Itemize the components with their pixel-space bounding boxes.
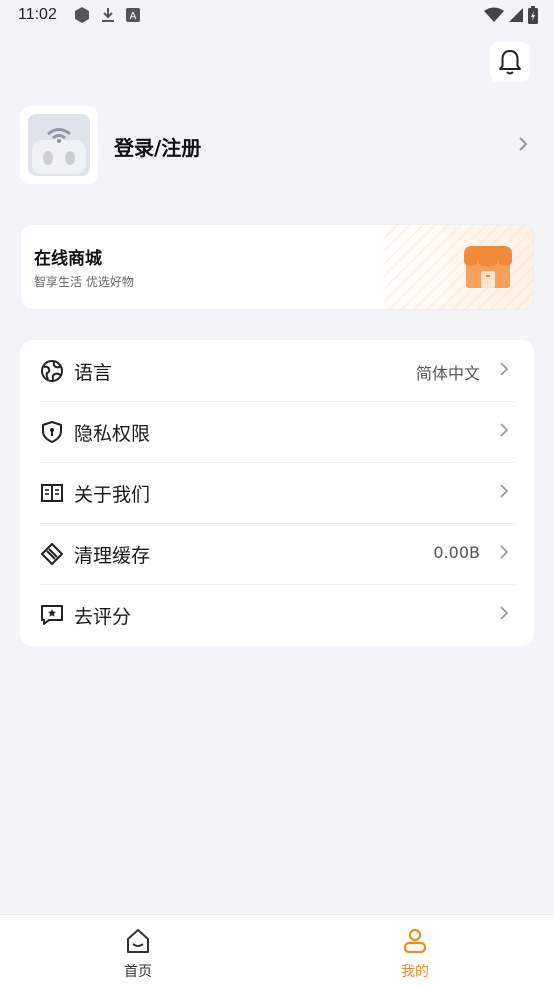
rating-icon bbox=[41, 605, 63, 625]
status-right-icons bbox=[484, 6, 538, 24]
a-box-icon: A bbox=[126, 8, 140, 22]
chevron-right-icon bbox=[500, 606, 508, 620]
book-icon bbox=[41, 484, 63, 502]
menu-item-label: 隐私权限 bbox=[74, 423, 151, 445]
cache-size-value: 0.00B bbox=[433, 543, 480, 562]
notification-button[interactable] bbox=[490, 42, 530, 82]
menu-item-label: 去评分 bbox=[74, 606, 132, 628]
wifi-icon bbox=[484, 7, 504, 22]
battery-charging-icon bbox=[528, 6, 538, 24]
menu-item-clear-cache[interactable]: 清理缓存 0.00B bbox=[20, 523, 534, 584]
status-time: 11:02 bbox=[18, 6, 57, 23]
globe-icon bbox=[41, 360, 63, 382]
chevron-right-icon bbox=[500, 423, 508, 437]
broom-icon bbox=[41, 543, 63, 565]
login-register-link[interactable]: 登录/注册 bbox=[114, 132, 201, 161]
robot-avatar-icon bbox=[28, 114, 90, 176]
menu-item-language[interactable]: 语言 简体中文 bbox=[20, 340, 534, 401]
online-mall-card[interactable]: 在线商城 智享生活 优选好物 bbox=[20, 224, 534, 310]
download-icon bbox=[102, 8, 114, 22]
shield-icon bbox=[42, 421, 62, 443]
menu-item-label: 关于我们 bbox=[74, 484, 151, 506]
home-icon bbox=[127, 929, 149, 953]
avatar[interactable] bbox=[20, 106, 98, 184]
chevron-right-icon bbox=[519, 137, 528, 151]
chevron-right-icon bbox=[500, 362, 508, 376]
mall-title: 在线商城 bbox=[34, 249, 102, 269]
profile-row[interactable]: 登录/注册 bbox=[20, 106, 534, 184]
menu-item-about[interactable]: 关于我们 bbox=[20, 462, 534, 523]
language-value: 简体中文 bbox=[415, 364, 480, 383]
menu-item-rate[interactable]: 去评分 bbox=[20, 584, 534, 645]
mall-subtitle: 智享生活 优选好物 bbox=[34, 275, 134, 289]
chevron-right-icon bbox=[500, 484, 508, 498]
user-icon bbox=[403, 928, 427, 954]
signal-icon bbox=[509, 8, 523, 22]
tab-mine[interactable]: 我的 bbox=[355, 915, 475, 985]
chevron-right-icon bbox=[500, 545, 508, 559]
tab-home[interactable]: 首页 bbox=[78, 915, 198, 985]
svg-text:A: A bbox=[130, 11, 137, 22]
settings-hex-icon bbox=[75, 7, 89, 23]
bottom-tab-bar: 首页 我的 bbox=[0, 914, 554, 985]
status-left-icons: A bbox=[74, 6, 140, 24]
tab-label: 首页 bbox=[124, 964, 152, 980]
settings-menu: 语言 简体中文 隐私权限 关于我们 清理缓存 0.00B 去评分 bbox=[20, 340, 534, 646]
status-bar: 11:02 A bbox=[0, 0, 554, 32]
tab-label: 我的 bbox=[401, 964, 429, 980]
menu-item-label: 清理缓存 bbox=[74, 545, 151, 567]
shop-icon bbox=[464, 246, 512, 288]
menu-item-label: 语言 bbox=[74, 362, 113, 384]
menu-item-privacy[interactable]: 隐私权限 bbox=[20, 401, 534, 462]
bell-icon bbox=[499, 50, 521, 75]
